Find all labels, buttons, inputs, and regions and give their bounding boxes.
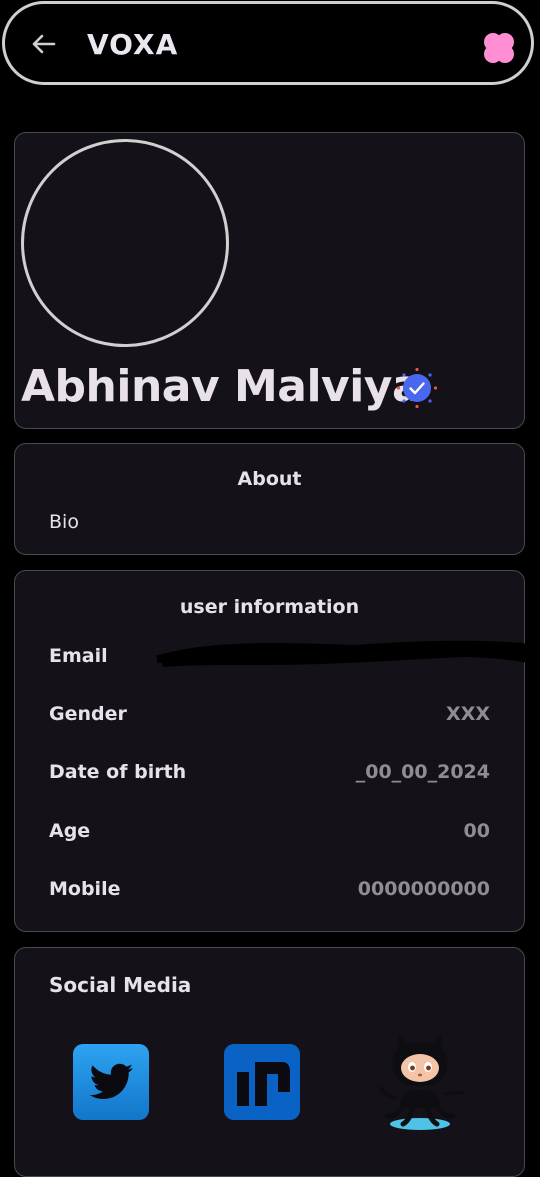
- github-octocat-icon[interactable]: [375, 1032, 465, 1132]
- profile-card: Abhinav Malviya: [14, 132, 525, 429]
- info-row-gender: Gender XXX: [49, 703, 490, 733]
- bio-text: Bio: [49, 511, 79, 533]
- date-of-birth-value: _00_00_2024: [355, 761, 490, 783]
- age-label: Age: [49, 820, 91, 842]
- profile-name: Abhinav Malviya: [21, 361, 422, 412]
- gender-label: Gender: [49, 703, 127, 725]
- info-row-mobile: Mobile 0000000000: [49, 878, 490, 908]
- user-information-card: user information Email Gender XXX Date o…: [14, 570, 540, 932]
- n-logo-icon[interactable]: [224, 1044, 300, 1120]
- email-label: Email: [49, 645, 108, 667]
- top-app-bar: VOXA: [2, 1, 534, 85]
- redaction-scribble: [156, 640, 540, 667]
- mobile-value: 0000000000: [357, 878, 490, 900]
- avatar[interactable]: [21, 139, 229, 347]
- info-row-email: Email: [49, 640, 540, 675]
- gender-value: XXX: [446, 703, 490, 725]
- mobile-label: Mobile: [49, 878, 121, 900]
- app-title: VOXA: [87, 28, 179, 61]
- user-information-heading: user information: [179, 596, 360, 618]
- about-heading: About: [237, 468, 302, 490]
- arrow-back-icon[interactable]: [27, 28, 59, 60]
- info-row-date-of-birth: Date of birth _00_00_2024: [49, 761, 490, 791]
- age-value: 00: [463, 820, 490, 842]
- social-media-card: Social Media: [14, 947, 525, 1177]
- flower-menu-icon[interactable]: [479, 28, 519, 68]
- twitter-icon[interactable]: [73, 1044, 149, 1120]
- about-card: About Bio: [14, 443, 525, 555]
- date-of-birth-label: Date of birth: [49, 761, 187, 783]
- verified-badge-icon: [396, 367, 438, 409]
- social-media-heading: Social Media: [49, 973, 192, 997]
- info-row-age: Age 00: [49, 820, 490, 850]
